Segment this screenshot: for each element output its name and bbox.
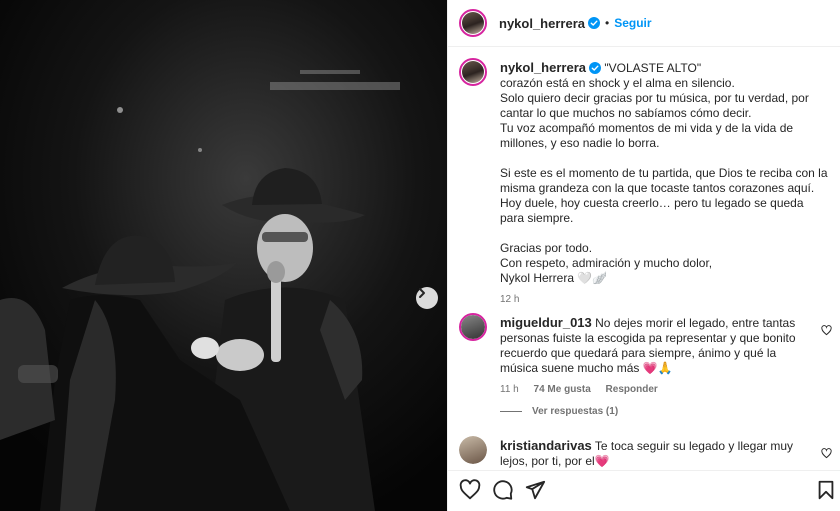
- comment-like-heart-icon[interactable]: [821, 325, 832, 336]
- heart-icon[interactable]: [459, 479, 481, 501]
- caption-line: Nykol Herrera 🤍🪽: [500, 271, 608, 285]
- comment-username[interactable]: kristiandarivas: [500, 438, 592, 453]
- verified-badge-icon: [589, 62, 601, 74]
- post-details-panel: nykol_herrera • Seguir nykol_herrera "VO…: [447, 0, 840, 511]
- reply-button[interactable]: Responder: [606, 384, 658, 395]
- next-photo-button[interactable]: [416, 287, 438, 309]
- post-header: nykol_herrera • Seguir: [448, 0, 840, 47]
- caption-username[interactable]: nykol_herrera: [500, 60, 586, 75]
- verified-badge-icon: [588, 17, 600, 29]
- comment-avatar[interactable]: [459, 436, 487, 464]
- comment-time: 11 h: [500, 384, 519, 395]
- caption-line: Hoy duele, hoy cuesta creerlo… pero tu l…: [500, 196, 804, 225]
- comment-icon[interactable]: [492, 479, 514, 501]
- comment-avatar[interactable]: [459, 313, 487, 341]
- follow-button[interactable]: Seguir: [614, 16, 651, 30]
- comments-list[interactable]: nykol_herrera "VOLASTE ALTO" corazón est…: [448, 48, 840, 468]
- action-bar: [448, 470, 840, 511]
- chevron-right-icon: [419, 288, 425, 298]
- comment-like-heart-icon[interactable]: [821, 448, 832, 459]
- replies-line: [500, 411, 522, 412]
- caption-avatar[interactable]: [459, 58, 487, 86]
- caption-line: corazón está en shock y el alma en silen…: [500, 76, 735, 90]
- caption-line: "VOLASTE ALTO": [604, 61, 702, 75]
- separator-dot: •: [605, 16, 610, 30]
- caption-time: 12 h: [500, 294, 520, 305]
- caption-line: Solo quiero decir gracias por tu música,…: [500, 91, 809, 120]
- caption-line: Si este es el momento de tu partida, que…: [500, 166, 828, 195]
- comment-username[interactable]: migueldur_013: [500, 315, 592, 330]
- caption-line: Gracias por todo.: [500, 241, 593, 255]
- post-photo[interactable]: [0, 0, 447, 511]
- comment-likes[interactable]: 74 Me gusta: [534, 384, 591, 395]
- bookmark-icon[interactable]: [815, 479, 837, 501]
- author-username[interactable]: nykol_herrera: [499, 16, 585, 31]
- caption-line: Con respeto, admiración y mucho dolor,: [500, 256, 713, 270]
- view-replies-button[interactable]: Ver respuestas (1): [500, 406, 618, 417]
- view-replies-label: Ver respuestas (1): [532, 406, 619, 417]
- share-icon[interactable]: [524, 479, 546, 501]
- concert-photo-image: [0, 0, 447, 511]
- caption-line: Tu voz acompañó momentos de mi vida y de…: [500, 121, 794, 150]
- author-avatar[interactable]: [459, 9, 487, 37]
